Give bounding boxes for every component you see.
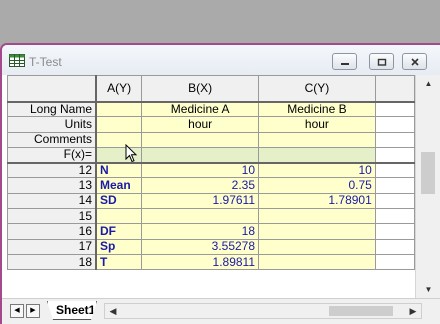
scroll-down-icon[interactable]: ▼ (416, 281, 440, 298)
worksheet-grid[interactable]: A(Y) B(X) C(Y) Long Name Medicine A Medi… (7, 75, 415, 298)
restore-icon (377, 58, 387, 66)
table-row: 14 SD 1.97611 1.78901 (7, 192, 415, 210)
cell[interactable]: hour (141, 116, 260, 133)
meta-row-fx: F(x)= (7, 146, 415, 164)
vertical-scroll-thumb[interactable] (421, 152, 435, 194)
meta-row-long-name: Long Name Medicine A Medicine B (7, 100, 415, 118)
cell[interactable] (95, 100, 143, 118)
cell[interactable]: Medicine A (141, 100, 260, 118)
horizontal-scroll-thumb[interactable] (329, 306, 393, 316)
minimize-button[interactable] (332, 53, 357, 70)
cell[interactable] (374, 100, 415, 118)
cell[interactable]: 0.75 (258, 177, 376, 194)
cell[interactable] (141, 146, 260, 164)
cell[interactable] (258, 131, 376, 148)
cell[interactable]: 1.78901 (258, 192, 376, 210)
worksheet-window: T-Test A(Y) B(X) C(Y) Long Name Medicine… (0, 43, 440, 324)
cell[interactable] (374, 223, 415, 240)
cell[interactable]: SD (95, 192, 143, 210)
data-table: A(Y) B(X) C(Y) Long Name Medicine A Medi… (7, 75, 415, 271)
cell[interactable] (95, 116, 143, 133)
cell[interactable]: Sp (95, 238, 143, 255)
scroll-right-icon[interactable]: ▶ (405, 304, 421, 318)
cell[interactable] (258, 253, 376, 271)
sheet-tab-bar: ◀ ▶ Sheet1 ◀ ▶ (2, 298, 440, 324)
tab-prev-icon[interactable]: ◀ (10, 304, 24, 318)
row-label[interactable]: Long Name (7, 100, 98, 118)
cell[interactable]: Mean (95, 177, 143, 194)
row-number[interactable]: 16 (7, 223, 98, 240)
cell[interactable]: hour (258, 116, 376, 133)
cell[interactable]: Medicine B (258, 100, 376, 118)
row-number[interactable]: 12 (7, 161, 98, 179)
scroll-left-icon[interactable]: ◀ (105, 304, 121, 318)
cell[interactable] (374, 146, 415, 164)
cell[interactable] (95, 208, 143, 225)
cell[interactable] (141, 208, 260, 225)
cell[interactable]: 18 (141, 223, 260, 240)
cell[interactable] (258, 146, 376, 164)
cell[interactable]: 10 (258, 161, 376, 179)
cell[interactable]: N (95, 161, 143, 179)
window-title: T-Test (29, 55, 62, 69)
cell[interactable]: 2.35 (141, 177, 260, 194)
cell[interactable]: 1.89811 (141, 253, 260, 271)
table-row: 16 DF 18 (7, 223, 415, 240)
row-number[interactable]: 17 (7, 238, 98, 255)
cell[interactable]: 10 (141, 161, 260, 179)
row-label[interactable]: Comments (7, 131, 98, 148)
horizontal-scrollbar[interactable]: ◀ ▶ (104, 303, 422, 319)
cell[interactable] (374, 177, 415, 194)
column-header-empty[interactable] (374, 75, 415, 103)
cell[interactable] (374, 253, 415, 271)
cell[interactable]: 3.55278 (141, 238, 260, 255)
row-number[interactable]: 14 (7, 192, 98, 210)
cell[interactable] (258, 208, 376, 225)
cell[interactable] (374, 192, 415, 210)
meta-row-units: Units hour hour (7, 116, 415, 133)
scroll-up-icon[interactable]: ▲ (416, 75, 440, 92)
cell[interactable]: DF (95, 223, 143, 240)
cell[interactable] (258, 238, 376, 255)
tab-next-icon[interactable]: ▶ (26, 304, 40, 318)
cell[interactable]: 1.97611 (141, 192, 260, 210)
row-number[interactable]: 15 (7, 208, 98, 225)
close-button[interactable] (402, 53, 427, 70)
cell[interactable] (258, 223, 376, 240)
table-row: 12 N 10 10 (7, 161, 415, 179)
worksheet-icon (9, 54, 25, 67)
row-number[interactable]: 13 (7, 177, 98, 194)
cell[interactable] (374, 238, 415, 255)
title-bar[interactable]: T-Test (2, 45, 440, 75)
table-row: 17 Sp 3.55278 (7, 238, 415, 255)
cell[interactable]: T (95, 253, 143, 271)
close-icon (411, 58, 419, 66)
meta-row-comments: Comments (7, 131, 415, 148)
cell[interactable] (141, 131, 260, 148)
restore-button[interactable] (369, 53, 394, 70)
row-number[interactable]: 18 (7, 253, 98, 271)
column-header-c[interactable]: C(Y) (258, 75, 376, 103)
minimize-icon (341, 63, 349, 65)
table-row: 18 T 1.89811 (7, 253, 415, 271)
row-label[interactable]: Units (7, 116, 98, 133)
column-header-a[interactable]: A(Y) (95, 75, 143, 103)
mouse-pointer-icon (125, 144, 138, 163)
column-header-b[interactable]: B(X) (141, 75, 260, 103)
tab-sheet1[interactable]: Sheet1 (47, 301, 97, 320)
row-label[interactable]: F(x)= (7, 146, 98, 164)
cell[interactable] (374, 208, 415, 225)
corner-header[interactable] (7, 75, 98, 103)
cell[interactable] (374, 131, 415, 148)
cell[interactable] (374, 116, 415, 133)
table-row: 15 (7, 208, 415, 225)
table-row: 13 Mean 2.35 0.75 (7, 177, 415, 194)
cell[interactable] (374, 161, 415, 179)
vertical-scrollbar[interactable]: ▲ ▼ (415, 75, 440, 298)
